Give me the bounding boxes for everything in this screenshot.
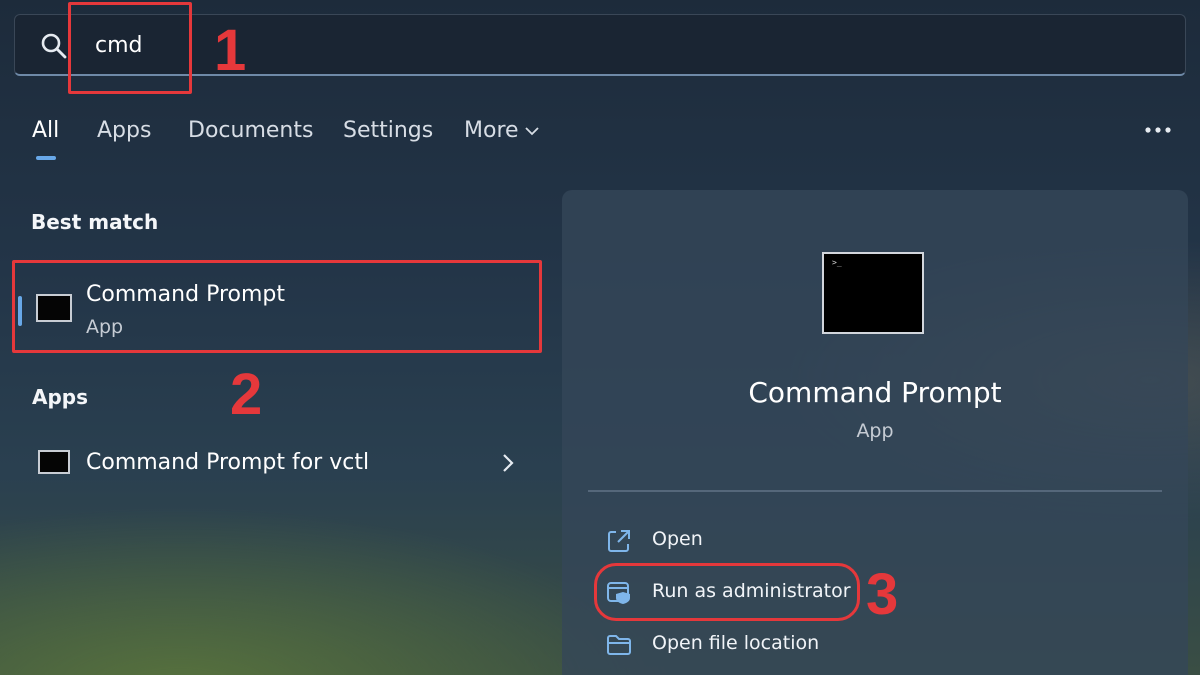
annotation-number-3: 3 — [866, 562, 899, 627]
open-label: Open — [652, 528, 703, 550]
search-icon — [41, 33, 67, 59]
tab-settings[interactable]: Settings — [343, 118, 433, 143]
divider — [588, 490, 1162, 492]
folder-icon — [607, 635, 631, 655]
detail-app-type: App — [856, 420, 894, 442]
annotation-box-best-match — [12, 260, 542, 353]
more-options-icon[interactable] — [1140, 118, 1176, 146]
command-prompt-large-icon: >_ — [822, 252, 924, 334]
annotation-number-1: 1 — [214, 18, 247, 83]
tab-all[interactable]: All — [32, 118, 59, 143]
list-item[interactable]: Command Prompt for vctl — [20, 440, 540, 486]
chevron-down-icon — [524, 127, 539, 136]
best-match-heading: Best match — [31, 210, 159, 234]
open-external-icon — [608, 530, 630, 552]
active-tab-indicator — [36, 156, 56, 160]
open-action[interactable]: Open — [606, 526, 966, 556]
detail-app-name: Command Prompt — [748, 376, 1002, 409]
app-result-name: Command Prompt for vctl — [86, 450, 370, 475]
open-file-location-label: Open file location — [652, 632, 820, 654]
chevron-right-icon[interactable] — [498, 452, 518, 474]
tab-more-label: More — [464, 118, 519, 143]
tab-more[interactable]: More — [464, 118, 539, 143]
annotation-box-run-as-administrator — [594, 563, 860, 621]
annotation-box-search — [68, 2, 192, 94]
command-prompt-icon — [38, 450, 70, 474]
tab-apps[interactable]: Apps — [97, 118, 151, 143]
apps-heading: Apps — [32, 385, 89, 409]
annotation-number-2: 2 — [230, 362, 263, 427]
tab-documents[interactable]: Documents — [188, 118, 313, 143]
open-file-location-action[interactable]: Open file location — [606, 630, 966, 660]
